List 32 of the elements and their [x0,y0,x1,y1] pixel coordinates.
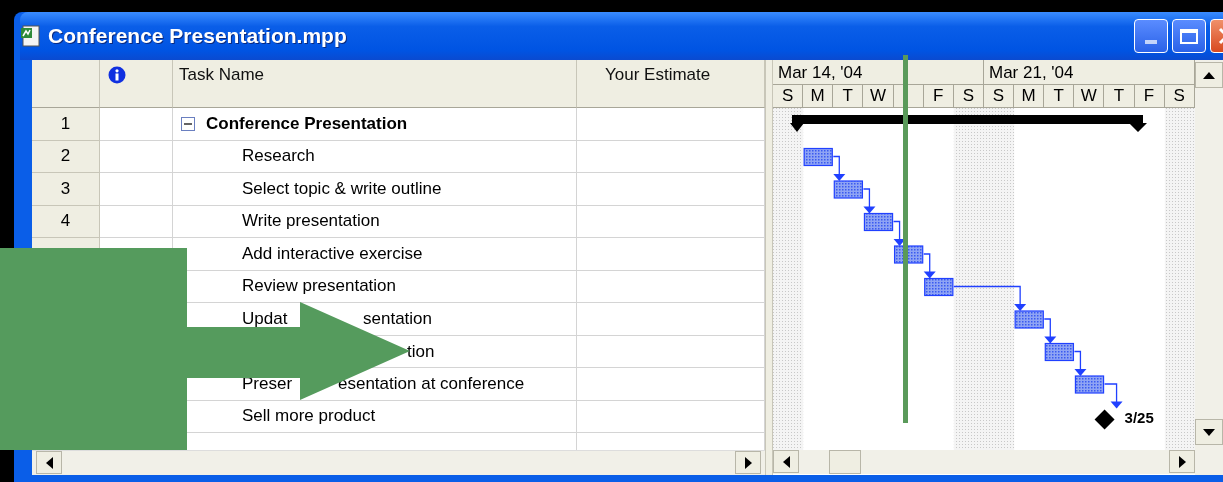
task-name: Updat [242,309,288,329]
task-name: tion [407,341,435,362]
task-name: Add interactive exercise [242,243,423,264]
scroll-thumb[interactable] [829,450,861,474]
scroll-right-button[interactable] [735,451,761,474]
task-name: Sell more product [242,406,376,427]
minimize-button[interactable] [1134,19,1168,53]
info-icon [108,66,126,84]
milestone-date-label: 3/25 [1124,408,1154,426]
task-name: Write presentation [242,211,380,232]
task-name: Review presentation [242,276,397,297]
document-icon [20,25,42,47]
task-name: Research [242,146,315,167]
task-name: Select topic & write outline [242,178,442,199]
window-title: Conference Presentation.mpp [48,24,348,48]
scroll-left-button[interactable] [773,450,799,473]
task-name: esentation at conference [338,374,525,394]
task-name: sentation [363,309,432,329]
row-number[interactable]: 2 [32,140,100,173]
row-number[interactable]: 3 [32,173,100,206]
column-header[interactable]: Your Estimate [577,60,765,108]
task-name: Preser [242,374,293,394]
scroll-down-button[interactable] [1195,419,1223,445]
maximize-button[interactable] [1172,19,1206,53]
scroll-up-button[interactable] [1195,62,1223,88]
scroll-left-button[interactable] [36,451,62,474]
collapse-icon[interactable] [181,116,195,131]
scroll-right-button[interactable] [1169,450,1195,473]
row-number[interactable]: 1 [32,108,100,141]
task-name: Conference Presentation [206,113,408,134]
row-number[interactable]: 4 [32,205,100,238]
column-header[interactable]: Task Name [173,60,577,108]
